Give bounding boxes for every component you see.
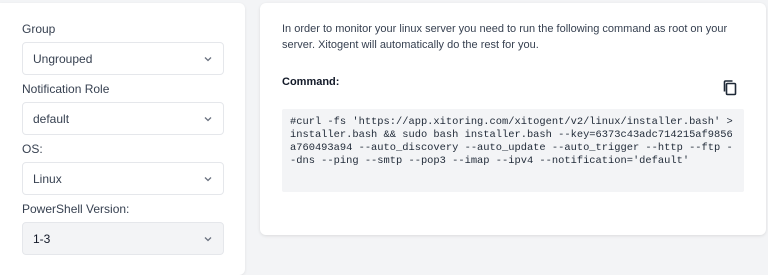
chevron-down-icon [204,116,212,121]
chevron-down-icon [204,176,212,181]
os-select-value: Linux [33,171,62,186]
group-select[interactable]: Ungrouped [22,42,224,75]
powershell-version-select[interactable]: 1-3 [22,222,224,255]
command-label: Command: [282,76,340,88]
notification-role-label: Notification Role [22,82,110,96]
os-label: OS: [22,142,43,156]
notification-role-select[interactable]: default [22,102,224,135]
group-label: Group [22,22,56,36]
instructions-text: In order to monitor your linux server yo… [282,23,728,51]
powershell-version-select-value: 1-3 [33,231,51,246]
powershell-version-label: PowerShell Version: [22,202,130,216]
chevron-down-icon [204,236,212,241]
os-select[interactable]: Linux [22,162,224,195]
install-command-code[interactable]: #curl -fs 'https://app.xitoring.com/xito… [282,109,744,192]
notification-role-select-value: default [33,111,70,126]
server-settings-panel: Group Ungrouped Notification Role defaul… [0,3,245,275]
copy-icon[interactable] [722,79,738,97]
group-select-value: Ungrouped [33,51,93,66]
install-instructions-panel: In order to monitor your linux server yo… [260,3,766,235]
chevron-down-icon [204,56,212,61]
